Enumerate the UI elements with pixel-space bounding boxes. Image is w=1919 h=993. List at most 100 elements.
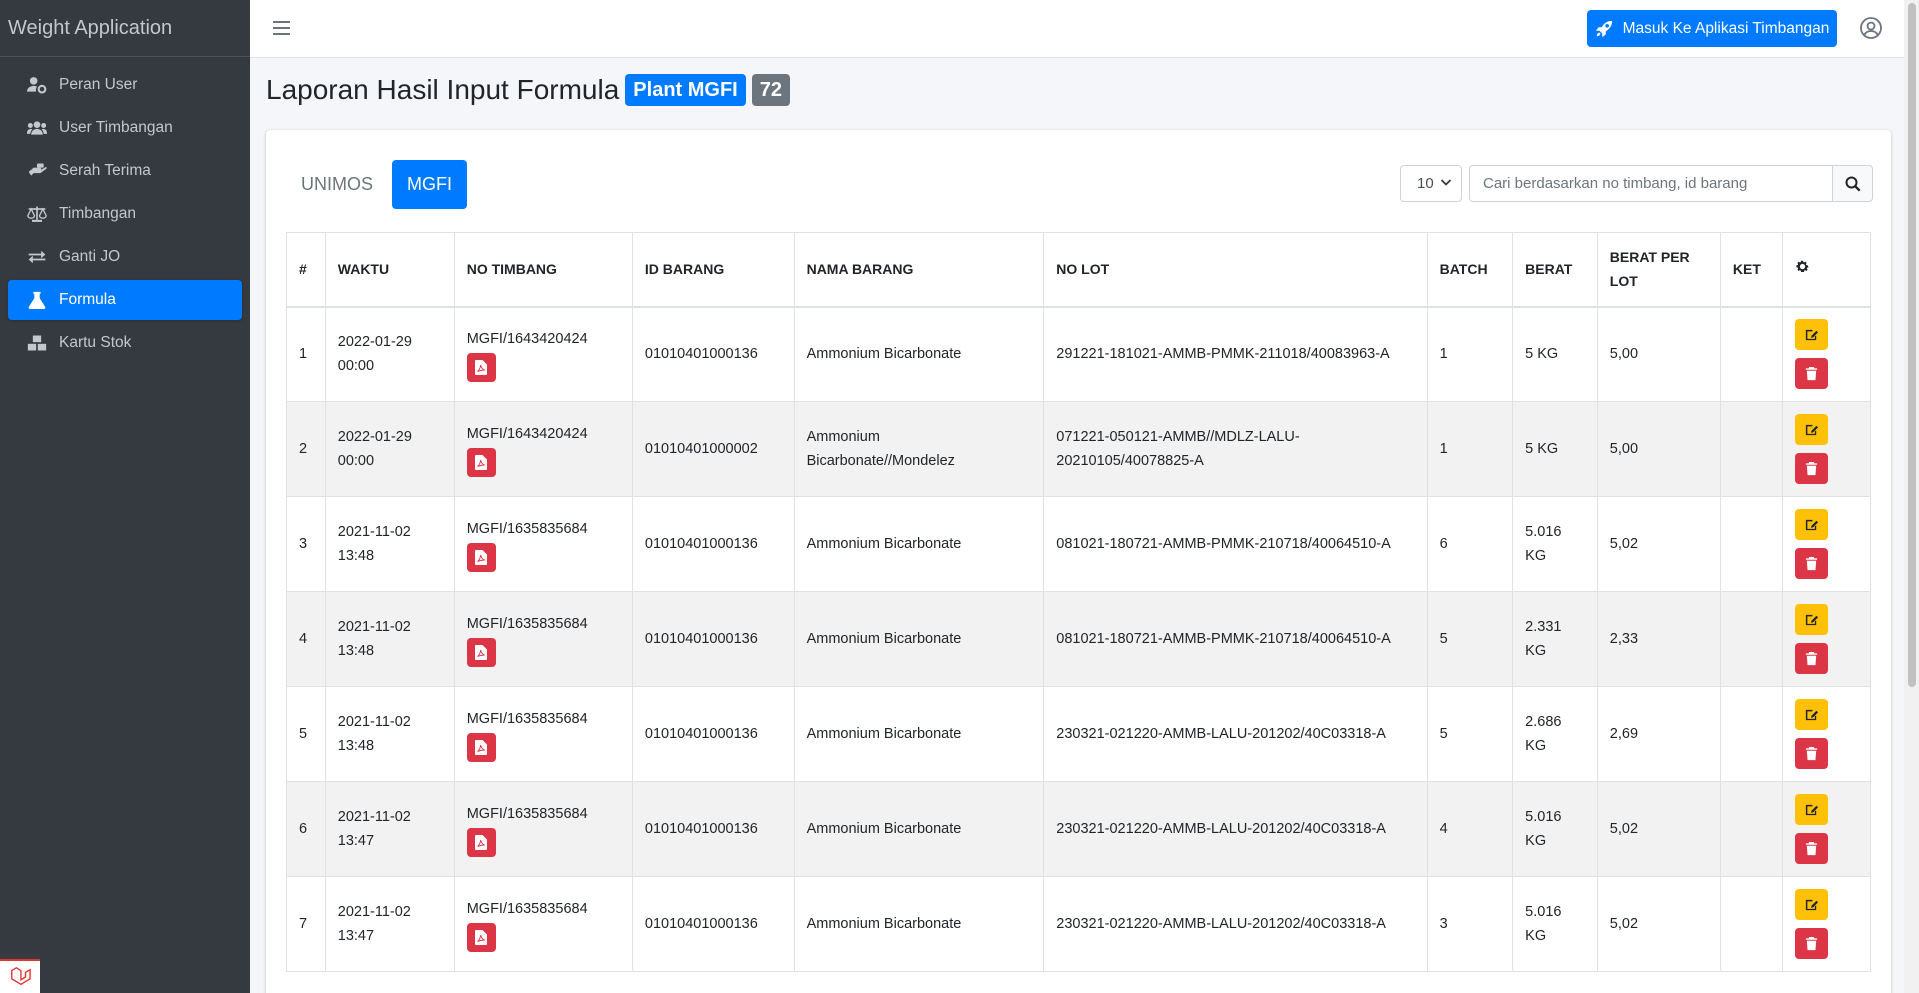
pdf-button[interactable]: [466, 447, 496, 477]
pdf-button[interactable]: [466, 542, 496, 572]
table-row: 1 2022-01-29 00:00 MGFI/1643420424 01010401…: [286, 306, 1871, 402]
pdf-button[interactable]: [466, 637, 496, 667]
report-card: UNIMOS MGFI 10 Cari berdasarkan no timba…: [266, 130, 1891, 993]
menu-toggle-icon[interactable]: [273, 19, 290, 37]
edit-button[interactable]: [1795, 604, 1828, 635]
scrollbar-thumb[interactable]: [1908, 3, 1916, 687]
cell-ket: [1719, 781, 1784, 877]
cell-berat-per-lot: 5,02: [1596, 496, 1721, 592]
cell-nama-barang: Ammonium Bicarbonate: [793, 876, 1045, 972]
cell-no-timbang: MGFI/1635835684: [453, 496, 633, 592]
cell-value: MGFI/1635835684: [466, 520, 588, 537]
user-cog-icon: [26, 76, 48, 94]
edit-icon: [1805, 804, 1819, 816]
sidebar-item-serah-terima[interactable]: Serah Terima: [8, 151, 242, 191]
col-header-ket[interactable]: KET: [1719, 232, 1784, 308]
cell-ket: [1719, 306, 1784, 402]
col-header-no-timbang[interactable]: NO TIMBANG: [453, 232, 633, 308]
cell-value: MGFI/1635835684: [466, 615, 588, 632]
delete-button[interactable]: [1795, 548, 1828, 579]
laravel-logo-icon[interactable]: [0, 959, 40, 993]
col-header-nama-barang[interactable]: NAMA BARANG: [793, 232, 1045, 308]
cell-berat: 5 KG: [1512, 401, 1598, 497]
edit-button[interactable]: [1795, 414, 1828, 445]
cell-ket: [1719, 591, 1784, 687]
table-header: # WAKTU NO TIMBANG ID BARANG NAMA BARANG…: [286, 232, 1871, 308]
pdf-button[interactable]: [466, 827, 496, 857]
table-row: 6 2021-11-02 13:47 MGFI/1635835684 01010401…: [286, 781, 1871, 877]
delete-button[interactable]: [1795, 643, 1828, 674]
row-actions: [1795, 509, 1858, 579]
cell-value: 2: [299, 441, 308, 457]
col-header-no[interactable]: #: [286, 232, 326, 308]
sidebar-item-label: Peran User: [59, 76, 138, 93]
delete-button[interactable]: [1795, 928, 1828, 959]
col-header-waktu[interactable]: WAKTU: [324, 232, 455, 308]
delete-button[interactable]: [1795, 833, 1828, 864]
delete-button[interactable]: [1795, 738, 1828, 769]
search-input[interactable]: Cari berdasarkan no timbang, id barang: [1469, 165, 1833, 202]
user-profile-icon[interactable]: [1859, 16, 1883, 40]
sidebar-item-label: Ganti JO: [59, 248, 121, 265]
top-navbar: Masuk Ke Aplikasi Timbangan: [250, 0, 1904, 58]
delete-button[interactable]: [1795, 453, 1828, 484]
cell-berat-per-lot: 2,69: [1596, 686, 1721, 782]
cell-value: MGFI/1643420424: [466, 330, 588, 347]
cell-value: 4: [1439, 821, 1448, 837]
vertical-scrollbar[interactable]: [1904, 0, 1919, 993]
cell-no-timbang: MGFI/1643420424: [453, 401, 633, 497]
edit-button[interactable]: [1795, 699, 1828, 730]
cell-value: 5: [1439, 631, 1448, 647]
sidebar-item-user-timbangan[interactable]: User Timbangan: [8, 108, 242, 148]
masuk-aplikasi-label: Masuk Ke Aplikasi Timbangan: [1622, 19, 1830, 37]
row-actions: [1795, 794, 1858, 864]
tab-unimos[interactable]: UNIMOS: [286, 160, 388, 209]
cell-value: 5 KG: [1525, 441, 1559, 457]
pdf-button[interactable]: [466, 732, 496, 762]
pdf-button[interactable]: [466, 352, 496, 382]
edit-icon: [1805, 899, 1819, 911]
tab-mgfi[interactable]: MGFI: [392, 160, 467, 209]
cell-berat-per-lot: 5,02: [1596, 781, 1721, 877]
col-header-berat-per-lot[interactable]: BERAT PER LOT: [1596, 232, 1721, 308]
cell-value: 2021-11-02 13:48: [337, 619, 411, 659]
count-badge: 72: [751, 74, 790, 106]
brand[interactable]: Weight Application: [0, 0, 250, 57]
row-actions: [1795, 414, 1858, 484]
col-header-berat[interactable]: BERAT: [1512, 232, 1598, 308]
edit-icon: [1805, 519, 1819, 531]
trash-icon: [1805, 841, 1818, 856]
edit-button[interactable]: [1795, 889, 1828, 920]
col-header-no-lot[interactable]: NO LOT: [1043, 232, 1428, 308]
edit-button[interactable]: [1795, 794, 1828, 825]
sidebar-item-ganti-jo[interactable]: Ganti JO: [8, 237, 242, 277]
sidebar-item-formula[interactable]: Formula: [8, 280, 242, 320]
cell-value: 230321-021220-AMMB-LALU-201202/40C03318-…: [1056, 821, 1386, 837]
edit-button[interactable]: [1795, 319, 1828, 351]
search-placeholder: Cari berdasarkan no timbang, id barang: [1483, 175, 1748, 192]
cell-waktu: 2022-01-29 00:00: [324, 306, 455, 402]
sidebar-item-kartu-stok[interactable]: Kartu Stok: [8, 323, 242, 363]
col-header-batch[interactable]: BATCH: [1426, 232, 1514, 308]
sidebar-item-timbangan[interactable]: Timbangan: [8, 194, 242, 234]
trash-icon: [1805, 367, 1818, 381]
cell-value: 1: [1439, 441, 1448, 457]
table-row: 2 2022-01-29 00:00 MGFI/1643420424 01010401…: [286, 401, 1871, 497]
edit-button[interactable]: [1795, 509, 1828, 540]
search-button[interactable]: [1832, 165, 1873, 202]
sidebar-item-label: Kartu Stok: [59, 334, 132, 351]
file-pdf-icon: [475, 454, 488, 470]
per-page-select[interactable]: 10: [1400, 165, 1462, 202]
cell-no-lot: 230321-021220-AMMB-LALU-201202/40C03318-…: [1043, 876, 1428, 972]
cell-value: 2022-01-29 00:00: [337, 334, 412, 375]
delete-button[interactable]: [1795, 358, 1828, 390]
table-body: 1 2022-01-29 00:00 MGFI/1643420424 01010401…: [286, 306, 1871, 972]
cell-value: 5,02: [1609, 821, 1639, 837]
sidebar-item-peran-user[interactable]: Peran User: [8, 65, 242, 105]
col-header-id-barang[interactable]: ID BARANG: [631, 232, 795, 308]
pdf-button[interactable]: [466, 922, 496, 952]
masuk-aplikasi-timbangan-button[interactable]: Masuk Ke Aplikasi Timbangan: [1587, 10, 1837, 47]
cell-value: 081021-180721-AMMB-PMMK-210718/40064510-…: [1056, 536, 1391, 552]
cell-waktu: 2021-11-02 13:47: [324, 876, 455, 972]
cell-batch: 5: [1426, 686, 1514, 782]
